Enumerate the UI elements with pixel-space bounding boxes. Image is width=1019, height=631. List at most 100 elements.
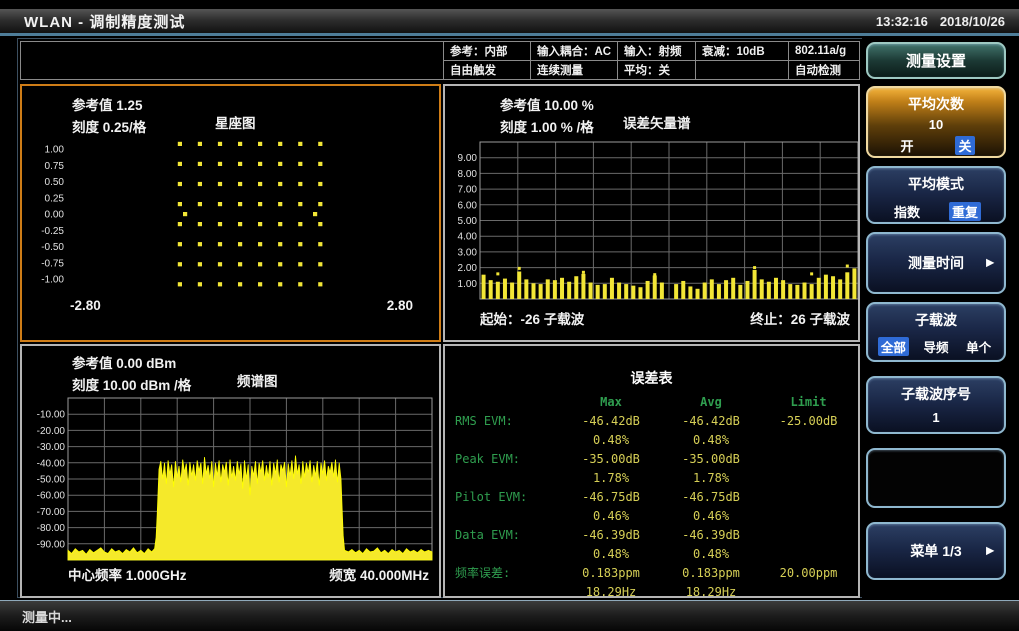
- svg-text:-10.00: -10.00: [37, 410, 66, 421]
- cell-value: 18.29Hz: [661, 585, 761, 599]
- measure-settings-label: 测量设置: [906, 50, 966, 71]
- setting-input: 输入：射频: [618, 42, 696, 61]
- cell-value: -35.00dB: [661, 452, 761, 466]
- constellation-panel[interactable]: 1.000.750.500.250.00-0.25-0.50-0.75-1.00…: [20, 84, 441, 342]
- subcarrier-index-title: 子载波序号: [868, 378, 1004, 404]
- error-table-panel[interactable]: 误差表 Max Avg Limit RMS EVM: -46.42dB -46.…: [443, 344, 860, 598]
- svg-text:4.00: 4.00: [458, 232, 478, 243]
- cell-value: -35.00dB: [561, 452, 661, 466]
- table-row: Peak EVM: -35.00dB -35.00dB: [451, 449, 856, 468]
- measure-time-button[interactable]: 测量时间 ▶: [866, 232, 1006, 294]
- error-table-header-limit: Limit: [761, 395, 856, 409]
- svg-text:0.25: 0.25: [45, 193, 65, 204]
- evm-title: 误差矢量谱: [623, 112, 691, 132]
- average-mode-title: 平均模式: [868, 168, 1004, 194]
- error-table-header-row: Max Avg Limit: [451, 392, 856, 411]
- cell-value: 0.46%: [561, 509, 661, 523]
- table-row: 18.29Hz 18.29Hz: [451, 582, 856, 601]
- svg-text:7.00: 7.00: [458, 185, 478, 196]
- menu-page-button[interactable]: 菜单 1/3 ▶: [866, 522, 1006, 580]
- error-table-title: 误差表: [445, 368, 858, 388]
- softkey-panel: 测量设置 平均次数 10 开 关 平均模式 指数 重复 测量时间 ▶ 子载波 全…: [862, 38, 1012, 598]
- blank-softkey: [866, 448, 1006, 508]
- svg-text:0.50: 0.50: [45, 177, 65, 188]
- cell-value: -25.00dB: [761, 414, 856, 428]
- table-row: Data EVM: -46.39dB -46.39dB: [451, 525, 856, 544]
- svg-text:-0.50: -0.50: [41, 242, 64, 253]
- setting-reference: 参考：内部: [444, 42, 531, 61]
- svg-text:0.75: 0.75: [45, 161, 65, 172]
- measure-settings-button[interactable]: 测量设置: [866, 42, 1006, 79]
- spectrum-panel[interactable]: -10.00-20.00-30.00-40.00-50.00-60.00-70.…: [20, 344, 441, 598]
- subcarrier-button[interactable]: 子载波 全部 导频 单个: [866, 302, 1006, 362]
- spectrum-scale-label: 刻度 10.00 dBm /格: [72, 374, 191, 394]
- cell-value: -46.42dB: [561, 414, 661, 428]
- row-label-peak-evm: Peak EVM:: [451, 452, 561, 466]
- row-label-freq-error: 频率误差:: [451, 564, 561, 581]
- setting-attenuation: 衰减：10dB: [696, 42, 789, 61]
- constellation-scale-label: 刻度 0.25/格: [72, 116, 146, 136]
- exponential-option[interactable]: 指数: [891, 202, 923, 221]
- cell-value: -46.42dB: [661, 414, 761, 428]
- table-row: 0.48% 0.48%: [451, 430, 856, 449]
- table-row: 0.46% 0.46%: [451, 506, 856, 525]
- evm-scale-label: 刻度 1.00 % /格: [500, 116, 594, 136]
- setting-coupling: 输入耦合：AC: [531, 42, 618, 61]
- time-text: 13:32:16: [876, 14, 928, 29]
- subcarrier-index-button[interactable]: 子载波序号 1: [866, 376, 1006, 434]
- average-on-option[interactable]: 开: [897, 136, 916, 155]
- title-bar: WLAN - 调制精度测试 13:32:16 2018/10/26: [0, 9, 1019, 36]
- menu-page-label: 菜单 1/3: [910, 541, 961, 561]
- page-title: WLAN - 调制精度测试: [24, 11, 185, 32]
- spectrum-center-freq-label: 中心频率 1.000GHz: [68, 564, 187, 584]
- svg-text:6.00: 6.00: [458, 200, 478, 211]
- svg-text:-90.00: -90.00: [37, 539, 66, 550]
- cell-value: 0.183ppm: [561, 566, 661, 580]
- repeat-option[interactable]: 重复: [949, 202, 981, 221]
- average-count-button[interactable]: 平均次数 10 开 关: [866, 86, 1006, 158]
- row-label-data-evm: Data EVM:: [451, 528, 561, 542]
- cell-value: 0.48%: [661, 433, 761, 447]
- spectrum-ref-label: 参考值 0.00 dBm: [72, 352, 176, 372]
- table-row: 1.78% 1.78%: [451, 468, 856, 487]
- svg-text:-50.00: -50.00: [37, 475, 66, 486]
- svg-text:1.00: 1.00: [45, 145, 65, 156]
- svg-text:-20.00: -20.00: [37, 426, 66, 437]
- svg-text:5.00: 5.00: [458, 216, 478, 227]
- spectrum-span-label: 频宽 40.000MHz: [329, 564, 429, 584]
- constellation-x-min: -2.80: [70, 298, 101, 313]
- subcarrier-pilot-option[interactable]: 导频: [920, 337, 951, 356]
- setting-trigger: 自由触发: [444, 61, 531, 80]
- average-count-title: 平均次数: [868, 88, 1004, 114]
- measure-time-label: 测量时间: [908, 253, 964, 273]
- submenu-arrow-icon: ▶: [986, 258, 994, 269]
- svg-text:0.00: 0.00: [45, 210, 65, 221]
- subcarrier-title: 子载波: [868, 304, 1004, 330]
- submenu-arrow-icon: ▶: [986, 546, 994, 557]
- settings-grid: 参考：内部 输入耦合：AC 输入：射频 衰减：10dB 802.11a/g 自由…: [444, 42, 859, 79]
- subcarrier-all-option[interactable]: 全部: [878, 337, 909, 356]
- svg-text:-60.00: -60.00: [37, 491, 66, 502]
- cell-value: -46.39dB: [661, 528, 761, 542]
- average-off-option[interactable]: 关: [955, 136, 974, 155]
- table-row: Pilot EVM: -46.75dB -46.75dB: [451, 487, 856, 506]
- evm-spectrum-panel[interactable]: 9.008.007.006.005.004.003.002.001.00 参考值…: [443, 84, 860, 342]
- svg-text:1.00: 1.00: [458, 279, 478, 290]
- svg-text:-1.00: -1.00: [41, 275, 64, 286]
- svg-text:3.00: 3.00: [458, 247, 478, 258]
- constellation-ref-label: 参考值 1.25: [72, 94, 143, 114]
- setting-standard: 802.11a/g: [789, 42, 859, 61]
- cell-value: 1.78%: [661, 471, 761, 485]
- svg-text:-70.00: -70.00: [37, 507, 66, 518]
- date-text: 2018/10/26: [940, 14, 1005, 29]
- svg-text:2.00: 2.00: [458, 263, 478, 274]
- svg-text:8.00: 8.00: [458, 169, 478, 180]
- cell-value: 0.183ppm: [661, 566, 761, 580]
- status-text: 测量中...: [22, 607, 72, 626]
- average-mode-button[interactable]: 平均模式 指数 重复: [866, 166, 1006, 224]
- instrument-screen: WLAN - 调制精度测试 13:32:16 2018/10/26 参考：内部 输…: [0, 0, 1019, 631]
- cell-value: -46.75dB: [561, 490, 661, 504]
- subcarrier-single-option[interactable]: 单个: [963, 337, 994, 356]
- cell-value: -46.39dB: [561, 528, 661, 542]
- settings-strip: 参考：内部 输入耦合：AC 输入：射频 衰减：10dB 802.11a/g 自由…: [20, 41, 860, 80]
